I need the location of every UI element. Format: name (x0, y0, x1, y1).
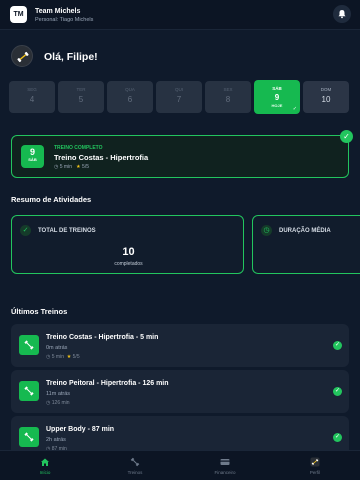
summary-title: Resumo de Atividades (11, 195, 92, 204)
star-icon: ★ (66, 354, 72, 360)
workout-time-ago: 0m atrás (46, 345, 68, 351)
clock-icon: ◷ (261, 225, 272, 236)
day-qui[interactable]: Qui 7 (156, 81, 202, 113)
day-ter[interactable]: Ter 5 (58, 81, 104, 113)
day-name: Seg (27, 87, 37, 92)
personal-trainer-label: Personal: Tiago Michels (35, 17, 94, 23)
day-date: 7 (176, 95, 182, 104)
list-item[interactable]: Treino Costas - Hipertrofia - 5 min 0m a… (11, 324, 349, 367)
home-icon (41, 458, 49, 466)
day-qua[interactable]: Qua 6 (107, 81, 153, 113)
dumbbell-icon (130, 457, 140, 467)
check-icon: ✓ (333, 341, 342, 350)
workout-time-ago: 2h atrás (46, 437, 66, 443)
workout-time-ago: 11m atrás (46, 391, 71, 397)
workout-title: Treino Peitoral - Hipertrofia - 126 min (46, 380, 169, 387)
workout-date-badge: 9 SÁB (21, 145, 44, 168)
nav-profile[interactable]: Perfil (270, 451, 360, 480)
top-bar: TM Team Michels Personal: Tiago Michels (0, 0, 360, 30)
workout-meta: ◷ 5 min ★ 5/5 (54, 164, 89, 170)
workout-icon (19, 381, 39, 401)
stat-label: DURAÇÃO MÉDIA (279, 228, 331, 234)
check-circle-icon: ✓ (20, 225, 31, 236)
workout-day: 9 (29, 147, 35, 157)
dumbbell-icon (24, 432, 34, 442)
day-date: 6 (127, 95, 133, 104)
nav-finance[interactable]: Financeiro (180, 451, 270, 480)
bell-icon (338, 10, 346, 19)
day-name: Ter (76, 87, 86, 92)
team-logo: TM (10, 6, 27, 23)
day-seg[interactable]: Seg 4 (9, 81, 55, 113)
day-name: Sex (223, 87, 233, 92)
workout-duration: 5 min (59, 164, 72, 170)
workout-title: Treino Costas - Hipertrofia (54, 153, 149, 162)
greeting: Olá, Filipe! (44, 51, 98, 63)
workout-icon (19, 427, 39, 447)
notifications-button[interactable] (333, 5, 351, 23)
list-item[interactable]: Treino Peitoral - Hipertrofia - 126 min … (11, 370, 349, 413)
check-icon: ✓ (333, 387, 342, 396)
nav-label: Perfil (309, 470, 321, 475)
bottom-nav: Início Treinos Financeiro Perfil (0, 450, 360, 480)
dumbbell-avatar-icon (17, 51, 29, 63)
day-date: 10 (321, 95, 331, 104)
profile-icon (310, 457, 320, 467)
nav-label: Financeiro (214, 470, 236, 475)
completed-check-icon: ✓ (340, 130, 353, 143)
clock-icon: ◷ (54, 164, 59, 170)
week-day-selector: Seg 4 Ter 5 Qua 6 Qui 7 Sex 8 SÁB 9 HOJE… (9, 80, 351, 114)
nav-workouts[interactable]: Treinos (90, 451, 180, 480)
day-name: Qui (174, 87, 183, 92)
day-date: 8 (225, 95, 231, 104)
workout-duration: 126 min (51, 400, 70, 406)
day-date: 4 (29, 95, 35, 104)
check-icon: ✓ (292, 106, 297, 112)
stat-value: 10 (122, 246, 135, 258)
workout-title: Upper Body - 87 min (46, 426, 115, 433)
workout-title: Treino Costas - Hipertrofia - 5 min (46, 334, 159, 341)
team-name: Team Michels (35, 8, 81, 15)
stat-average-duration: ◷ DURAÇÃO MÉDIA (252, 215, 360, 274)
day-dom[interactable]: DOM 10 (303, 81, 349, 113)
day-sex[interactable]: Sex 8 (205, 81, 251, 113)
card-icon (220, 459, 230, 465)
completed-workout-card[interactable]: 9 SÁB TREINO COMPLETO Treino Costas - Hi… (11, 130, 353, 178)
day-date: 9 (274, 93, 280, 102)
dumbbell-icon (24, 386, 34, 396)
clock-icon: ◷ (46, 354, 51, 360)
workout-weekday: SÁB (28, 157, 37, 162)
workout-icon (19, 335, 39, 355)
day-name: Qua (125, 87, 135, 92)
workout-rating: 5/5 (72, 354, 80, 360)
workout-duration: 5 min (51, 354, 64, 360)
clock-icon: ◷ (46, 400, 51, 406)
workout-status: TREINO COMPLETO (54, 145, 103, 151)
recent-title: Últimos Treinos (11, 307, 68, 316)
workout-meta: ◷ 5 min ★ 5/5 (46, 354, 80, 360)
workout-rating: 5/5 (82, 164, 89, 170)
stat-total-workouts: ✓ TOTAL DE TREINOS 10 completados (11, 215, 244, 274)
day-name: SÁB (272, 86, 282, 91)
day-date: 5 (78, 95, 84, 104)
check-icon: ✓ (333, 433, 342, 442)
day-sab-today[interactable]: SÁB 9 HOJE ✓ (254, 80, 300, 114)
workout-meta: ◷ 126 min (46, 400, 70, 406)
dumbbell-icon (24, 340, 34, 350)
nav-home[interactable]: Início (0, 451, 90, 480)
nav-label: Treinos (127, 470, 143, 475)
avatar[interactable] (11, 45, 33, 67)
stat-label: TOTAL DE TREINOS (38, 228, 96, 234)
stat-subtitle: completados (114, 261, 143, 267)
nav-label: Início (39, 470, 51, 475)
day-name: DOM (320, 87, 332, 92)
star-icon: ★ (76, 164, 81, 170)
